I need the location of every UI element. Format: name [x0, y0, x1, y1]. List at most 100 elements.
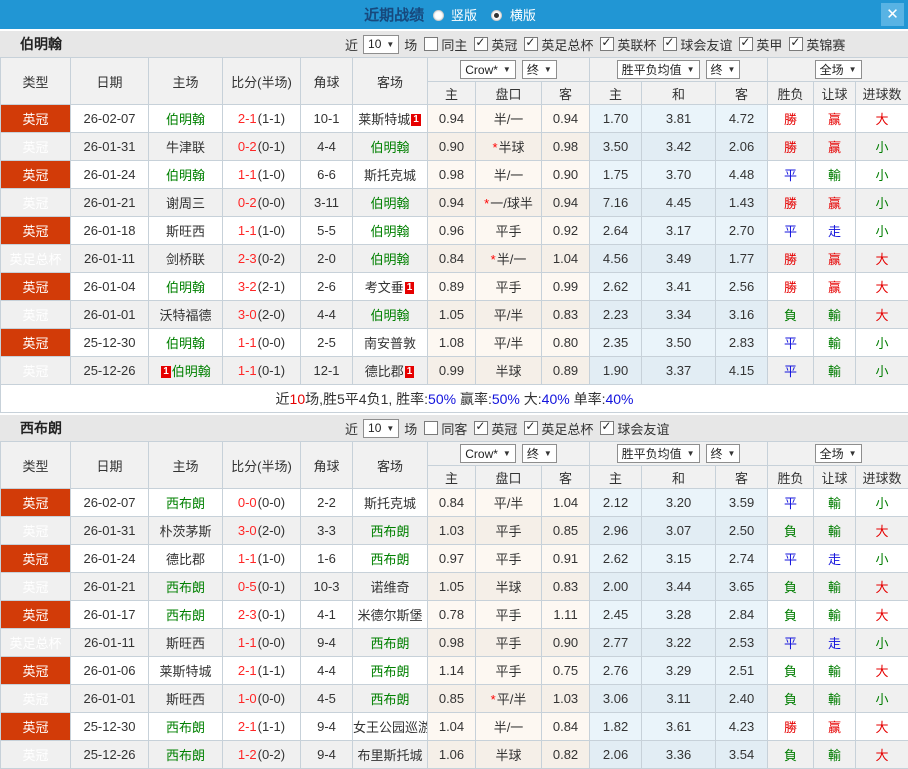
asian-handicap: 半球: [476, 357, 542, 385]
summary-text: 近10场,胜5平4负1, 胜率:50% 赢率:50% 大:40% 单率:40%: [1, 385, 908, 413]
asian-home-odds: 0.85: [428, 685, 476, 713]
asian-away-odds: 0.94: [542, 189, 590, 217]
recent-count-select[interactable]: 10: [363, 419, 399, 438]
home-team-name: 沃特福德: [159, 308, 211, 323]
euro-away-odds: 3.65: [716, 573, 768, 601]
summary-segment: 大:: [520, 391, 542, 407]
euro-away-odds: 3.59: [716, 489, 768, 517]
league-filter-checkbox[interactable]: [524, 37, 538, 51]
odds-source-select[interactable]: 胜平负均值: [617, 444, 700, 463]
asian-handicap: 半/一: [476, 713, 542, 741]
euro-draw-odds: 3.34: [642, 301, 716, 329]
match-row: 英冠25-12-261伯明翰1-1(0-1)12-1德比郡10.99半球0.89…: [1, 357, 908, 385]
odds-source-select[interactable]: 终: [522, 444, 557, 463]
odds-source-select[interactable]: Crow*: [460, 444, 516, 463]
league-filter-checkbox[interactable]: [739, 37, 753, 51]
asian-home-odds: 0.89: [428, 273, 476, 301]
result-handicap: 赢: [814, 713, 856, 741]
corners: 4-4: [301, 301, 353, 329]
euro-away-odds: 3.54: [716, 741, 768, 769]
odds-source-select[interactable]: 胜平负均值: [617, 60, 700, 79]
euro-away-odds: 1.77: [716, 245, 768, 273]
result-outcome: 負: [768, 657, 814, 685]
asian-handicap: *一/球半: [476, 189, 542, 217]
match-row: 英冠26-01-21谢周三0-2(0-0)3-11伯明翰0.94*一/球半0.9…: [1, 189, 908, 217]
result-handicap: 輸: [814, 741, 856, 769]
radio-horizontal-layout[interactable]: [491, 10, 502, 21]
match-date: 26-01-24: [71, 161, 149, 189]
match-date: 26-01-31: [71, 517, 149, 545]
away-team-name: 德比郡: [365, 364, 404, 379]
fulltime-score: 3-0: [238, 307, 257, 322]
column-subheader: 主: [590, 466, 642, 489]
asian-away-odds: 0.80: [542, 329, 590, 357]
odds-group-header: 胜平负均值终: [590, 442, 768, 466]
recent-count-select[interactable]: 10: [363, 35, 399, 54]
fulltime-score: 1-1: [238, 223, 257, 238]
odds-source-select[interactable]: 终: [706, 444, 741, 463]
league-filter-label: 球会友谊: [617, 419, 669, 438]
same-venue-checkbox[interactable]: [424, 421, 438, 435]
radio-vertical-label[interactable]: 竖版: [451, 8, 477, 23]
away-team: 德比郡1: [353, 357, 428, 385]
euro-home-odds: 2.62: [590, 545, 642, 573]
away-team: 西布朗: [353, 629, 428, 657]
odds-source-select[interactable]: 全场: [815, 60, 862, 79]
asian-handicap: *半/一: [476, 245, 542, 273]
close-icon[interactable]: ✕: [881, 3, 904, 26]
league-badge: 英冠: [1, 573, 71, 601]
league-filter-checkbox[interactable]: [474, 421, 488, 435]
euro-away-odds: 4.23: [716, 713, 768, 741]
league-filter-label: 英冠: [491, 35, 517, 54]
league-filter-checkbox[interactable]: [789, 37, 803, 51]
match-date: 25-12-30: [71, 713, 149, 741]
asian-handicap: 平手: [476, 601, 542, 629]
home-team: 伯明翰: [149, 273, 223, 301]
column-header: 角球: [301, 58, 353, 105]
fulltime-score: 3-2: [238, 279, 257, 294]
asian-handicap: 平/半: [476, 301, 542, 329]
result-goals: 大: [856, 245, 908, 273]
asian-handicap: 平手: [476, 545, 542, 573]
result-goals: 小: [856, 217, 908, 245]
result-handicap: 走: [814, 217, 856, 245]
asian-home-odds: 0.78: [428, 601, 476, 629]
odds-source-select[interactable]: Crow*: [460, 60, 516, 79]
corners: 10-3: [301, 573, 353, 601]
home-team: 谢周三: [149, 189, 223, 217]
league-badge: 英足总杯: [1, 245, 71, 273]
match-row: 英冠26-01-31牛津联0-2(0-1)4-4伯明翰0.90*半球0.983.…: [1, 133, 908, 161]
fulltime-score: 2-1: [238, 719, 257, 734]
euro-draw-odds: 3.41: [642, 273, 716, 301]
league-filter-checkbox[interactable]: [524, 421, 538, 435]
summary-segment: 40%: [542, 391, 570, 407]
league-filter-checkbox[interactable]: [600, 421, 614, 435]
result-goals: 小: [856, 329, 908, 357]
column-subheader: 和: [642, 82, 716, 105]
filter-controls: 近10场同主英冠英足总杯英联杯球会友谊英甲英锦赛: [343, 35, 847, 54]
league-filter-checkbox[interactable]: [474, 37, 488, 51]
asian-home-odds: 1.05: [428, 573, 476, 601]
euro-draw-odds: 3.49: [642, 245, 716, 273]
result-goals: 小: [856, 629, 908, 657]
radio-horizontal-label[interactable]: 横版: [510, 8, 536, 23]
score: 2-1(1-1): [223, 713, 301, 741]
same-venue-checkbox[interactable]: [424, 37, 438, 51]
asian-home-odds: 0.98: [428, 629, 476, 657]
score: 3-0(2-0): [223, 517, 301, 545]
league-filter-checkbox[interactable]: [600, 37, 614, 51]
radio-vertical-layout[interactable]: [433, 10, 444, 21]
euro-home-odds: 2.45: [590, 601, 642, 629]
column-header: 比分(半场): [223, 58, 301, 105]
match-date: 26-01-06: [71, 657, 149, 685]
handicap-change-star: *: [484, 196, 489, 211]
euro-home-odds: 1.75: [590, 161, 642, 189]
home-team-name: 德比郡: [166, 552, 205, 567]
league-filter-checkbox[interactable]: [663, 37, 677, 51]
corners: 2-5: [301, 329, 353, 357]
odds-source-select[interactable]: 全场: [815, 444, 862, 463]
odds-source-select[interactable]: 终: [522, 60, 557, 79]
asian-handicap: 平/半: [476, 489, 542, 517]
odds-source-select[interactable]: 终: [706, 60, 741, 79]
euro-draw-odds: 3.36: [642, 741, 716, 769]
